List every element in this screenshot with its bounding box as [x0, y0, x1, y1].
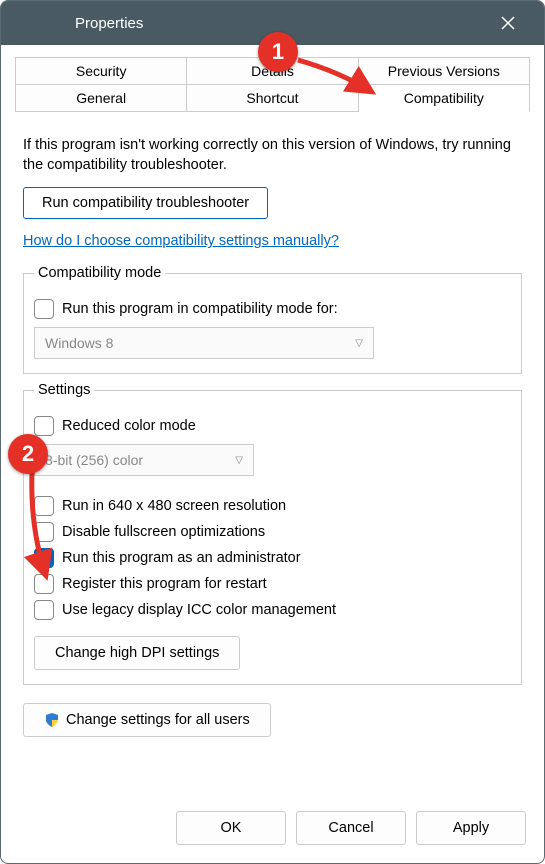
chevron-down-icon: ▽	[235, 455, 243, 466]
properties-window: Properties Security Details Previous Ver…	[0, 0, 545, 864]
close-icon	[501, 16, 515, 30]
ok-button[interactable]: OK	[176, 811, 286, 845]
disable-fullscreen-label: Disable fullscreen optimizations	[62, 524, 265, 540]
reduced-color-label: Reduced color mode	[62, 418, 196, 434]
annotation-arrow-1	[290, 52, 390, 102]
settings-group: Settings Reduced color mode 8-bit (256) …	[23, 382, 522, 685]
compat-mode-label: Run this program in compatibility mode f…	[62, 301, 338, 317]
register-restart-label: Register this program for restart	[62, 576, 267, 592]
close-button[interactable]	[486, 1, 530, 45]
compat-description: If this program isn't working correctly …	[23, 136, 522, 175]
legacy-icc-checkbox[interactable]	[34, 600, 54, 620]
color-depth-value: 8-bit (256) color	[45, 452, 143, 468]
compat-mode-checkbox[interactable]	[34, 299, 54, 319]
compat-mode-legend: Compatibility mode	[34, 265, 165, 281]
compat-mode-select-value: Windows 8	[45, 335, 113, 351]
settings-legend: Settings	[34, 382, 94, 398]
run-as-admin-label: Run this program as an administrator	[62, 550, 301, 566]
shield-icon	[44, 712, 60, 728]
change-all-users-button[interactable]: Change settings for all users	[23, 703, 271, 737]
dialog-footer: OK Cancel Apply	[1, 797, 544, 863]
change-all-users-label: Change settings for all users	[66, 712, 250, 728]
tab-content: If this program isn't working correctly …	[1, 112, 544, 797]
cancel-button[interactable]: Cancel	[296, 811, 406, 845]
tab-security[interactable]: Security	[15, 57, 187, 85]
tab-general[interactable]: General	[15, 85, 187, 112]
compatibility-mode-group: Compatibility mode Run this program in c…	[23, 265, 522, 374]
legacy-icc-label: Use legacy display ICC color management	[62, 602, 336, 618]
reduced-color-checkbox[interactable]	[34, 416, 54, 436]
annotation-badge-1: 1	[258, 32, 298, 72]
compat-mode-select[interactable]: Windows 8 ▽	[34, 327, 374, 359]
run-640x480-label: Run in 640 x 480 screen resolution	[62, 498, 286, 514]
annotation-arrow-2	[20, 468, 60, 588]
annotation-badge-2: 2	[8, 434, 48, 474]
change-dpi-button[interactable]: Change high DPI settings	[34, 636, 240, 670]
chevron-down-icon: ▽	[355, 338, 363, 349]
apply-button[interactable]: Apply	[416, 811, 526, 845]
color-depth-select[interactable]: 8-bit (256) color ▽	[34, 444, 254, 476]
run-troubleshooter-button[interactable]: Run compatibility troubleshooter	[23, 187, 268, 219]
manual-settings-link[interactable]: How do I choose compatibility settings m…	[23, 233, 339, 249]
window-title: Properties	[15, 15, 143, 32]
